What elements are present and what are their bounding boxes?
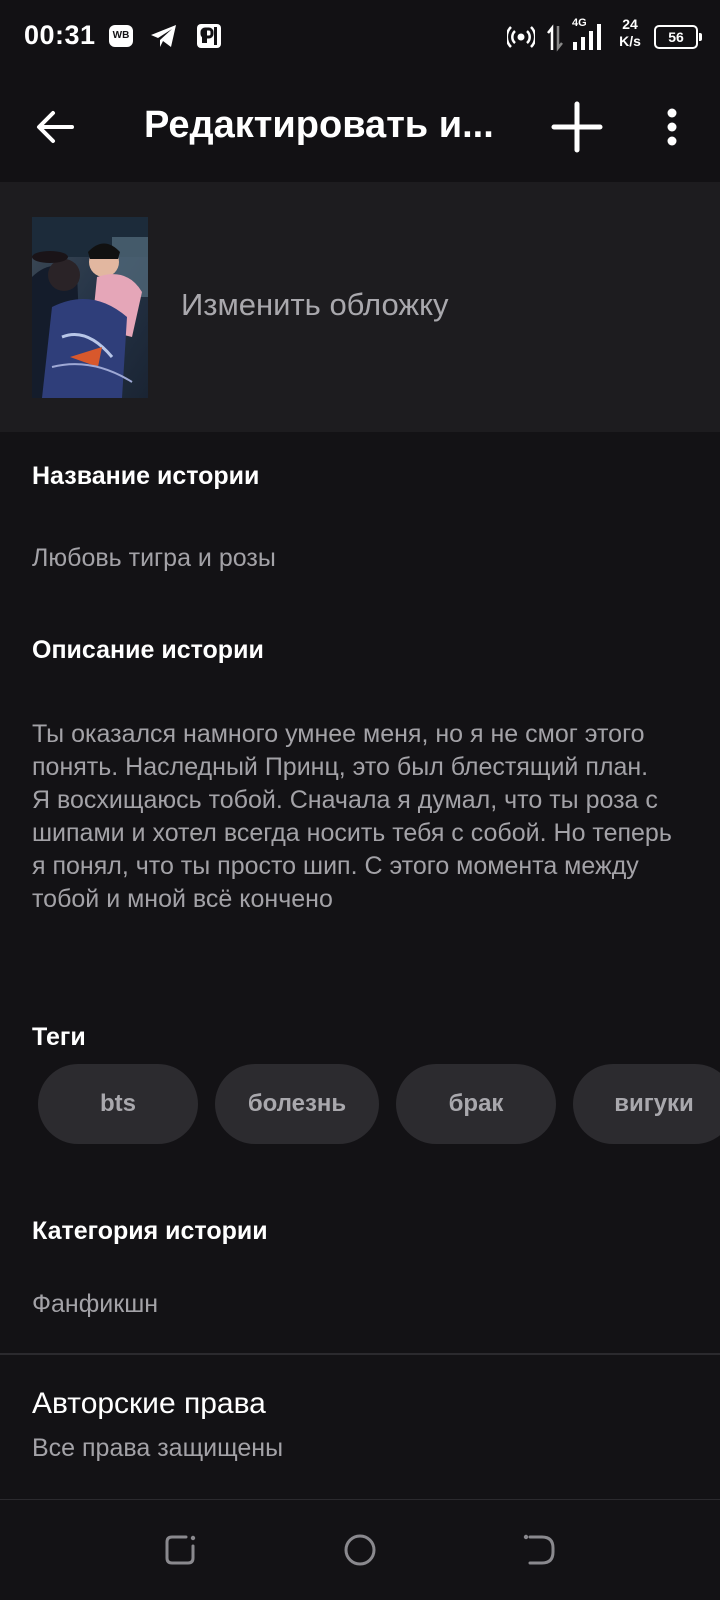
back-icon[interactable] bbox=[522, 1532, 558, 1568]
signal-icon bbox=[573, 24, 601, 50]
recents-icon[interactable] bbox=[162, 1532, 198, 1568]
cover-image bbox=[32, 217, 148, 398]
home-icon[interactable] bbox=[342, 1532, 378, 1568]
system-nav-bar bbox=[0, 1500, 720, 1600]
tag-chip[interactable]: болезнь bbox=[215, 1064, 379, 1144]
description-label: Описание истории bbox=[32, 636, 264, 664]
status-time: 00:31 bbox=[24, 20, 96, 50]
tag-chip[interactable]: вигуки bbox=[573, 1064, 720, 1144]
app-bar: Редактировать и... bbox=[0, 72, 720, 182]
back-arrow-icon[interactable] bbox=[32, 104, 78, 150]
speed-value: 24 bbox=[622, 16, 638, 32]
description-field[interactable]: Ты оказался намного умнее меня, но я не … bbox=[32, 718, 672, 916]
tag-chip[interactable]: брак bbox=[396, 1064, 556, 1144]
wb-app-icon: WB bbox=[109, 25, 133, 47]
telegram-icon bbox=[151, 25, 176, 47]
tags-label: Теги bbox=[32, 1023, 86, 1051]
network-speed: 24 K/s bbox=[613, 16, 647, 50]
page-title: Редактировать и... bbox=[144, 104, 494, 146]
copyright-label: Авторские права bbox=[32, 1387, 266, 1420]
change-cover-label: Изменить обложку bbox=[181, 287, 449, 322]
status-bar: 00:31 WB 4G 24 K/s 56 bbox=[0, 0, 720, 72]
battery-icon: 56 bbox=[654, 25, 702, 49]
change-cover-row[interactable]: Изменить обложку bbox=[0, 182, 720, 432]
tag-chip[interactable]: bts bbox=[38, 1064, 198, 1144]
story-title-field[interactable]: Любовь тигра и розы bbox=[32, 544, 276, 573]
story-title-label: Название истории bbox=[32, 462, 260, 490]
copyright-row[interactable]: Авторские права Все права защищены bbox=[0, 1355, 720, 1497]
parking-app-icon bbox=[197, 24, 221, 48]
category-field[interactable]: Фанфикшн bbox=[32, 1290, 158, 1319]
hotspot-icon bbox=[507, 26, 535, 48]
copyright-value: Все права защищены bbox=[32, 1434, 284, 1462]
speed-unit: K/s bbox=[619, 33, 641, 49]
plus-icon[interactable] bbox=[550, 100, 604, 154]
data-arrows-icon bbox=[547, 24, 563, 52]
category-label: Категория истории bbox=[32, 1217, 268, 1245]
tags-list: bts болезнь брак вигуки bbox=[38, 1064, 720, 1144]
more-vert-icon[interactable] bbox=[654, 102, 690, 152]
